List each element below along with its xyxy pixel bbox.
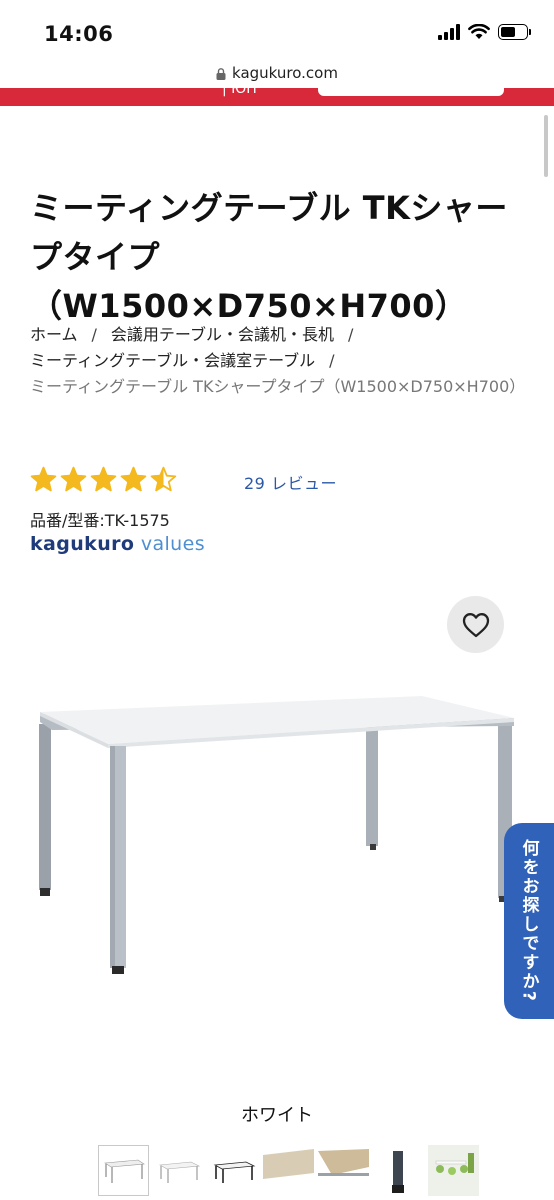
search-help-label: 何をお探しですか?	[518, 839, 539, 1003]
address-bar[interactable]: kagukuro.com	[0, 58, 554, 88]
star-half-icon	[150, 466, 177, 492]
product-image[interactable]	[0, 660, 554, 1000]
brand-logo-sub: values	[134, 533, 206, 555]
lock-icon	[216, 68, 226, 80]
status-time: 14:06	[44, 22, 114, 46]
header-partial-text: | ЮН	[222, 88, 257, 97]
search-help-tab[interactable]: 何をお探しですか?	[504, 823, 554, 1019]
thumbnail-room-photo[interactable]	[428, 1145, 479, 1196]
thumbnail-white-table[interactable]	[98, 1145, 149, 1196]
breadcrumb-meeting-tables[interactable]: 会議用テーブル・会議机・長机	[111, 325, 334, 344]
favorite-button[interactable]	[447, 596, 504, 653]
breadcrumb: ホーム / 会議用テーブル・会議机・長机 / ミーティングテーブル・会議室テーブル / ミー…	[30, 322, 530, 400]
thumbnail-strip	[98, 1145, 479, 1196]
variant-label: ホワイト	[241, 1105, 313, 1126]
heart-icon	[462, 612, 489, 637]
star-full-icon	[120, 466, 147, 492]
stars	[30, 466, 177, 493]
brand-logo-main: kagukuro	[30, 533, 135, 555]
breadcrumb-separator: /	[347, 325, 354, 344]
status-icons	[438, 24, 531, 40]
cellular-signal-icon	[438, 24, 460, 40]
star-full-icon	[90, 466, 117, 492]
header-search-input[interactable]	[318, 88, 504, 96]
thumbnail-black-table[interactable]	[208, 1145, 259, 1196]
product-title: ミーティングテーブル TKシャープタイプ（W1500×D750×H700）	[30, 189, 508, 325]
url-text: kagukuro.com	[232, 64, 338, 82]
rating-stars	[30, 466, 177, 493]
brand-logo: kagukuro values	[30, 533, 205, 555]
breadcrumb-home[interactable]: ホーム	[30, 325, 78, 344]
breadcrumb-separator: /	[329, 351, 335, 370]
breadcrumb-current: ミーティングテーブル TKシャープタイプ（W1500×D750×H700）	[30, 377, 526, 396]
thumbnail-leg-detail[interactable]	[373, 1145, 424, 1196]
battery-icon	[498, 24, 531, 40]
wifi-icon	[468, 24, 490, 39]
product-sku: 品番/型番:TK-1575	[30, 511, 170, 530]
star-full-icon	[60, 466, 87, 492]
breadcrumb-separator: /	[91, 325, 97, 344]
star-full-icon	[30, 466, 57, 492]
thumbnail-wood-top-2[interactable]	[318, 1145, 369, 1196]
thumbnail-white-table-2[interactable]	[153, 1145, 204, 1196]
thumbnail-wood-top[interactable]	[263, 1145, 314, 1196]
scrollbar[interactable]	[544, 115, 548, 177]
breadcrumb-meeting-room-tables[interactable]: ミーティングテーブル・会議室テーブル	[30, 351, 315, 370]
review-count-link[interactable]: 29 レビュー	[244, 470, 337, 494]
site-header: | ЮН	[0, 88, 554, 106]
status-bar: 14:06	[0, 0, 554, 58]
